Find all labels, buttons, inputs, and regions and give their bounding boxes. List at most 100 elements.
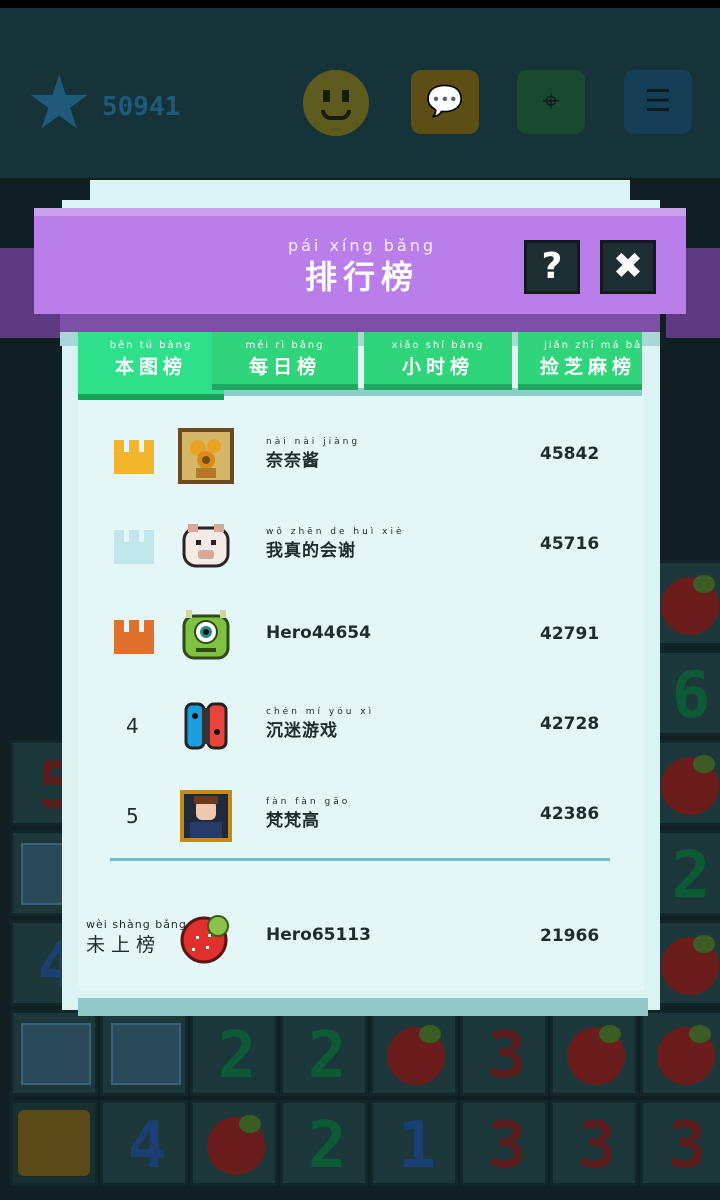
leaderboard-row[interactable]: Hero44654 42791 [78, 590, 642, 680]
player-name: 我真的会谢 [266, 541, 356, 561]
tab-pinyin: jiǎn zhī má bǎ [544, 340, 642, 351]
board-cell[interactable]: 2 [190, 1010, 278, 1096]
board-cell[interactable] [10, 1010, 98, 1096]
gold-crown-icon [114, 440, 154, 476]
star-icon: ★ [26, 60, 93, 146]
board-cell[interactable]: 3 [550, 1100, 638, 1186]
arch-tile-icon [111, 1023, 181, 1085]
board-cell[interactable]: 3 [460, 1010, 548, 1096]
cell-number: 3 [487, 1109, 527, 1183]
help-button[interactable]: ? [524, 240, 580, 294]
player-score: 42386 [540, 804, 600, 824]
cell-number: 3 [577, 1109, 617, 1183]
board-cell[interactable]: 2 [280, 1010, 368, 1096]
strawberry-icon [567, 1025, 625, 1085]
my-leaderboard-row[interactable]: Hero65113 21966 [78, 892, 642, 982]
game-console-icon [184, 702, 228, 750]
bronze-crown-icon [114, 620, 154, 656]
arch-tile-icon [21, 1023, 91, 1085]
leaderboard-tabs: běn tú bǎng 本图榜 měi rì bǎng 每日榜 xiǎo shí… [78, 332, 642, 402]
list-icon: ☰ [644, 84, 672, 119]
board-cell[interactable] [640, 1010, 720, 1096]
chat-bubble-icon: 💬 [426, 84, 464, 119]
tab-label: 小时榜 [401, 356, 474, 378]
board-cell[interactable]: 3 [640, 1100, 720, 1186]
leaderboard-row[interactable]: nài nài jiàng 奈奈酱 45842 [78, 410, 642, 500]
leaderboard-row[interactable]: 5 fàn fàn gāo 梵梵高 42386 [78, 770, 642, 860]
cell-number: 2 [307, 1019, 347, 1093]
board-cell[interactable]: 2 [280, 1100, 368, 1186]
board-cell[interactable]: 3 [460, 1100, 548, 1186]
smiley-eye [342, 90, 349, 102]
tab-label: 每日榜 [248, 356, 321, 378]
player-score: 42728 [540, 714, 600, 734]
rank-number: 5 [126, 804, 139, 828]
my-player-score: 21966 [540, 926, 600, 946]
board-cell[interactable]: 4 [100, 1100, 188, 1186]
dialog-title: 排行榜 [304, 258, 419, 296]
board-cell[interactable]: 1 [370, 1100, 458, 1186]
tab-hourly-ranking[interactable]: xiǎo shí bǎng 小时榜 [364, 332, 512, 390]
dialog-header-shadow [60, 314, 660, 332]
rank-number: 4 [126, 714, 139, 738]
player-score: 45716 [540, 534, 600, 554]
close-button[interactable]: ✖ [600, 240, 656, 294]
strawberry-icon [657, 1025, 715, 1085]
smiley-button[interactable] [303, 70, 369, 136]
strawberry-icon [207, 1115, 265, 1175]
shovel-icon[interactable] [18, 1110, 90, 1176]
tab-pinyin: měi rì bǎng [245, 340, 325, 351]
tab-label: 捡芝麻榜 [540, 356, 637, 378]
list-divider [110, 858, 610, 861]
cell-number: 3 [487, 1019, 527, 1093]
player-name: 奈奈酱 [266, 451, 320, 471]
menu-button[interactable]: ☰ [624, 70, 692, 134]
close-icon: ✖ [612, 246, 644, 287]
sunflower-painting-icon [178, 428, 234, 484]
player-score: 45842 [540, 444, 600, 464]
player-name: Hero44654 [266, 623, 371, 643]
tab-sesame-ranking[interactable]: jiǎn zhī má bǎ 捡芝麻榜 [518, 332, 642, 390]
one-eyed-monster-icon [182, 610, 230, 660]
status-bar [0, 0, 720, 8]
cell-number: 4 [127, 1109, 167, 1183]
player-name: 沉迷游戏 [266, 721, 338, 741]
pig-face-icon [182, 524, 230, 568]
map-button[interactable]: ⌖ [517, 70, 585, 134]
board-cell[interactable] [370, 1010, 458, 1096]
map-pin-icon: ⌖ [542, 84, 560, 119]
my-player-name: Hero65113 [266, 925, 371, 945]
tab-pinyin: xiǎo shí bǎng [391, 340, 485, 351]
cell-number: 2 [217, 1019, 257, 1093]
tab-daily-ranking[interactable]: měi rì bǎng 每日榜 [212, 332, 358, 390]
hud-score: 50941 [102, 92, 181, 122]
tab-label: 本图榜 [114, 356, 187, 378]
cell-number: 3 [667, 1109, 707, 1183]
chat-button[interactable]: 💬 [411, 70, 479, 134]
player-score: 42791 [540, 624, 600, 644]
crown-base [114, 452, 154, 474]
cell-number: 1 [397, 1109, 437, 1183]
board-cell[interactable] [550, 1010, 638, 1096]
dialog-shadow [78, 998, 648, 1016]
portrait-painting-icon [180, 790, 232, 842]
crown-base [114, 542, 154, 564]
crown-base [114, 632, 154, 654]
tab-map-ranking[interactable]: běn tú bǎng 本图榜 [78, 332, 224, 400]
strawberry-icon [661, 935, 719, 995]
board-cell[interactable] [190, 1100, 278, 1186]
board-cell[interactable] [100, 1010, 188, 1096]
strawberry-icon [661, 755, 719, 815]
leaderboard-row[interactable]: wǒ zhēn de huì xiè 我真的会谢 45716 [78, 500, 642, 590]
tab-pinyin: běn tú bǎng [109, 340, 193, 351]
strawberry-icon [387, 1025, 445, 1085]
strawberry-icon [661, 575, 719, 635]
question-mark-icon: ? [541, 246, 563, 287]
silver-crown-icon [114, 530, 154, 566]
cell-number: 2 [307, 1109, 347, 1183]
smiley-mouth [321, 110, 351, 120]
player-name: 梵梵高 [266, 811, 320, 831]
strawberry-icon [180, 915, 229, 964]
game-top-bar: ★ 50941 💬 ⌖ ☰ [0, 8, 720, 178]
leaderboard-row[interactable]: 4 chén mí yóu xì 沉迷游戏 42728 [78, 680, 642, 770]
